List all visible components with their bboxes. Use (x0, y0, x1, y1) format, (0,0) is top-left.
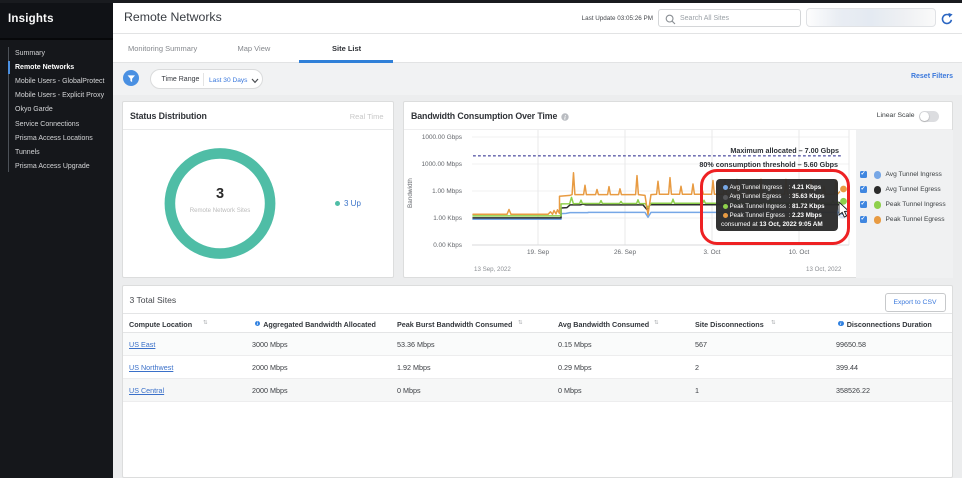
svg-text:i: i (564, 114, 566, 121)
